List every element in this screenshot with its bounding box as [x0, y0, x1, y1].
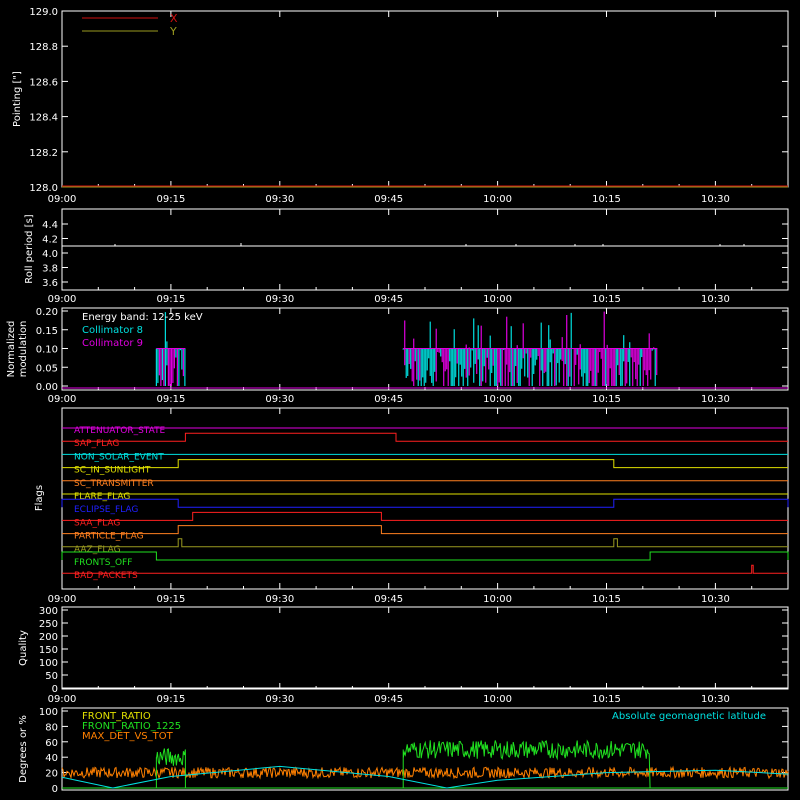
x-tick-label: 10:00 [483, 294, 512, 305]
y-tick-label: 4.0 [42, 249, 58, 260]
x-tick-label: 10:00 [483, 194, 512, 205]
y-tick-label: 3.8 [42, 264, 58, 275]
x-tick-label: 10:00 [483, 394, 512, 405]
energy-band-label: Energy band: 12-25 keV [82, 312, 203, 323]
x-tick-label: 09:30 [265, 694, 294, 705]
x-tick-label: 09:00 [48, 294, 77, 305]
x-tick-label: 09:45 [374, 594, 403, 605]
x-tick-label: 09:30 [265, 394, 294, 405]
y-tick-label: 128.4 [29, 113, 58, 124]
flag-label: ECLIPSE_FLAG [74, 505, 138, 515]
y-tick-label: 40 [45, 753, 58, 764]
x-tick-label: 09:00 [48, 394, 77, 405]
legend-max-det-vs-tot: MAX_DET_VS_TOT [82, 731, 174, 742]
modulation-ylabel-2: modulation [18, 321, 29, 378]
y-tick-label: 3.6 [42, 278, 58, 289]
x-tick-label: 10:15 [592, 594, 621, 605]
x-tick-label: 10:15 [592, 294, 621, 305]
flag-label: FRONTS_OFF [74, 558, 132, 568]
x-tick-label: 09:15 [156, 394, 185, 405]
y-tick-label: 128.8 [29, 42, 58, 53]
legend-collimator-9: Collimator 9 [82, 338, 143, 349]
flags-ylabel: Flags [34, 485, 45, 511]
y-tick-label: 0.20 [36, 307, 58, 318]
x-tick-label: 09:45 [374, 694, 403, 705]
y-tick-label: 0.15 [36, 326, 58, 337]
y-tick-label: 300 [39, 606, 58, 617]
ratio-ylabel: Degrees or % [18, 715, 29, 783]
x-tick-label: 09:15 [156, 594, 185, 605]
y-tick-label: 60 [45, 738, 58, 749]
y-tick-label: 200 [39, 632, 58, 643]
x-tick-label: 09:15 [156, 294, 185, 305]
y-tick-label: 0.10 [36, 345, 58, 356]
y-tick-label: 4.4 [42, 220, 58, 231]
x-tick-label: 09:15 [156, 194, 185, 205]
y-tick-label: 0.00 [36, 382, 58, 393]
x-tick-label: 10:00 [483, 694, 512, 705]
y-tick-label: 20 [45, 769, 58, 780]
legend-y-label: Y [169, 25, 177, 38]
y-tick-label: 0 [52, 784, 58, 795]
x-tick-label: 09:45 [374, 294, 403, 305]
x-tick-label: 10:15 [592, 194, 621, 205]
y-tick-label: 150 [39, 645, 58, 656]
x-tick-label: 10:00 [483, 594, 512, 605]
pointing-ylabel: Pointing ["] [12, 71, 23, 127]
x-tick-label: 09:00 [48, 194, 77, 205]
x-tick-label: 10:15 [592, 394, 621, 405]
y-tick-label: 128.6 [29, 77, 58, 88]
x-tick-label: 09:45 [374, 194, 403, 205]
x-tick-label: 09:30 [265, 194, 294, 205]
x-tick-label: 09:00 [48, 594, 77, 605]
y-tick-label: 128.2 [29, 148, 58, 159]
x-tick-label: 09:15 [156, 694, 185, 705]
legend-x-label: X [170, 12, 178, 25]
x-tick-label: 10:15 [592, 694, 621, 705]
x-tick-label: 10:30 [701, 194, 730, 205]
y-tick-label: 128.0 [29, 183, 58, 194]
x-tick-label: 09:30 [265, 294, 294, 305]
y-tick-label: 129.0 [29, 7, 58, 18]
geomagnetic-latitude-label: Absolute geomagnetic latitude [612, 711, 766, 722]
y-tick-label: 4.2 [42, 235, 58, 246]
y-tick-label: 250 [39, 619, 58, 630]
x-tick-label: 10:30 [701, 694, 730, 705]
x-tick-label: 09:30 [265, 594, 294, 605]
x-tick-label: 10:30 [701, 394, 730, 405]
y-tick-label: 80 [45, 722, 58, 733]
x-tick-label: 10:30 [701, 294, 730, 305]
y-tick-label: 0.05 [36, 363, 58, 374]
y-tick-label: 100 [39, 658, 58, 669]
y-tick-label: 100 [39, 707, 58, 718]
x-tick-label: 09:45 [374, 394, 403, 405]
y-tick-label: 50 [45, 671, 58, 682]
hessi-summary-plot: Pointing ["] 128.0 128.2 128.4 128.6 128.8 12… [0, 0, 800, 800]
x-tick-label: 09:00 [48, 694, 77, 705]
legend-collimator-8: Collimator 8 [82, 325, 143, 336]
x-tick-label: 10:30 [701, 594, 730, 605]
modulation-ylabel-1: Normalized [6, 321, 17, 378]
roll-ylabel: Roll period [s] [24, 214, 35, 283]
quality-ylabel: Quality [18, 630, 29, 666]
